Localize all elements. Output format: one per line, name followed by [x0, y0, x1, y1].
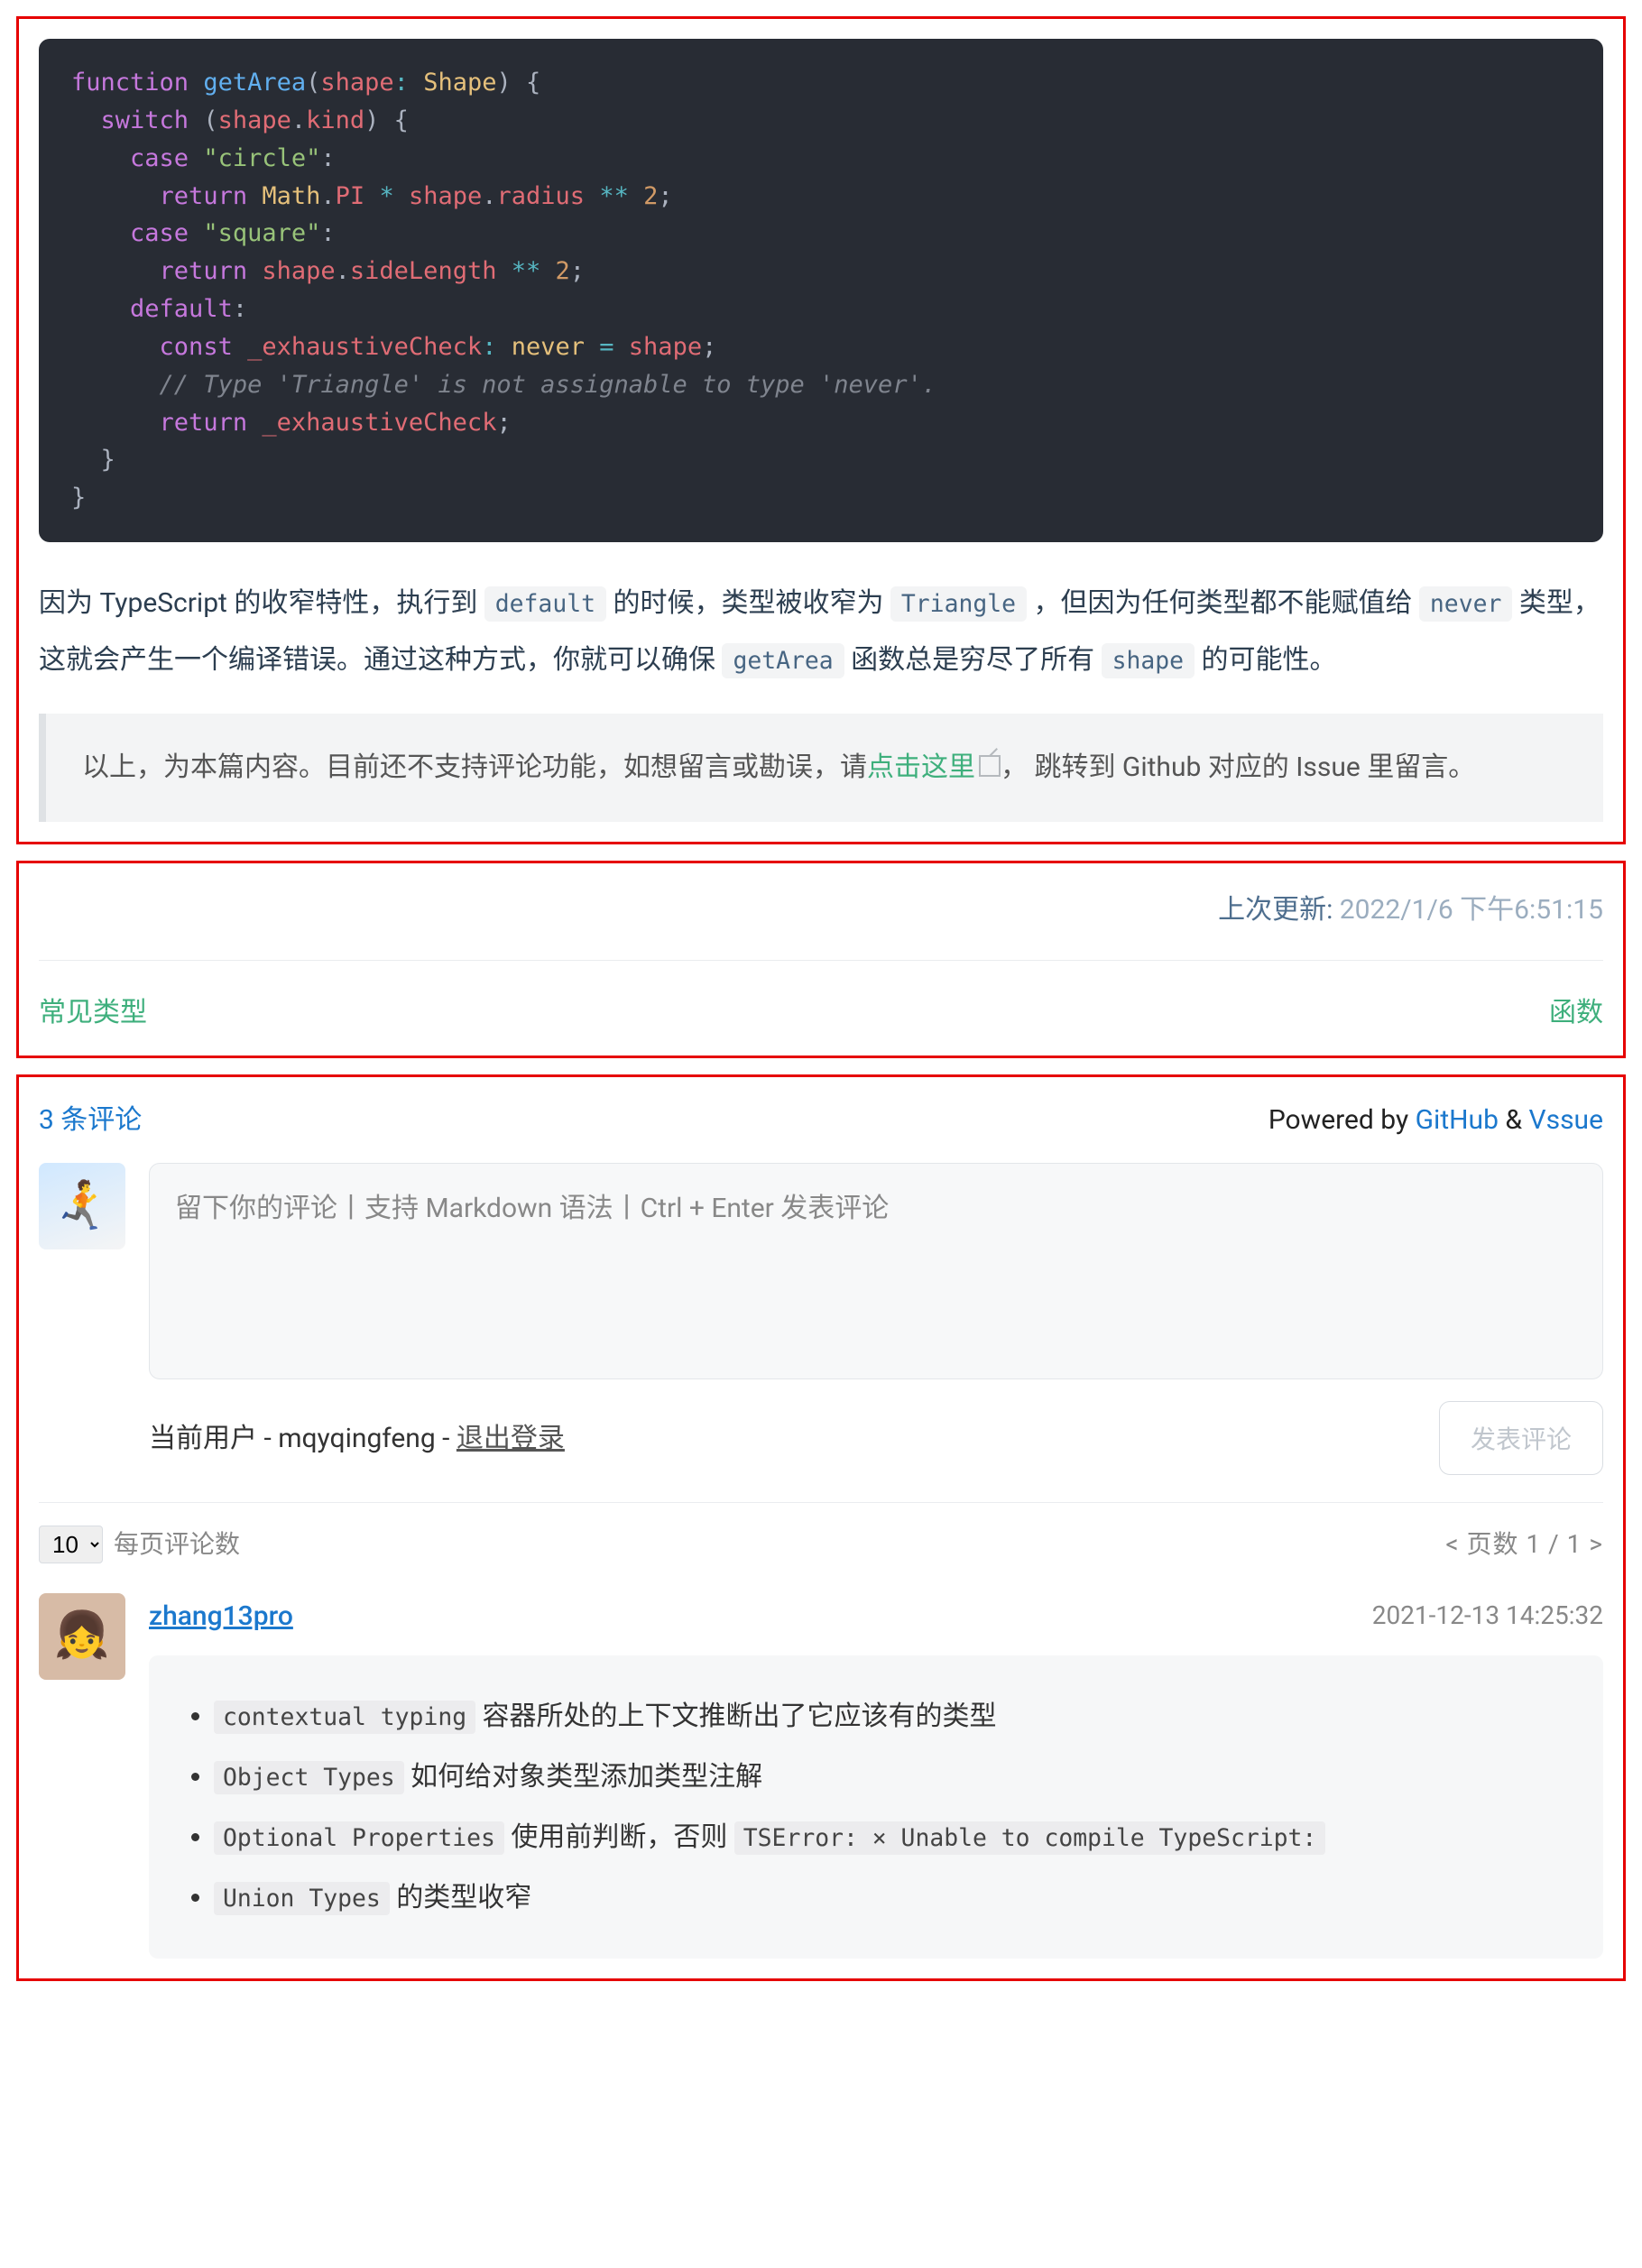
inline-code: getArea [722, 643, 844, 678]
inline-code: contextual typing [214, 1701, 475, 1734]
blockquote-note: 以上，为本篇内容。目前还不支持评论功能，如想留言或勘误，请点击这里， 跳转到 G… [39, 714, 1603, 822]
content-section: function getArea(shape: Shape) { switch … [16, 16, 1626, 844]
compose-row: 🏃 [39, 1163, 1603, 1379]
powered-by: Powered by GitHub & Vssue [1268, 1097, 1603, 1143]
comment-content: contextual typing 容器所处的上下文推断出了它应该有的类型 Ob… [149, 1655, 1603, 1959]
comment-meta: zhang13pro 2021-12-13 14:25:32 [149, 1593, 1603, 1639]
comments-header: 3 条评论 Powered by GitHub & Vssue [39, 1097, 1603, 1143]
submit-comment-button[interactable]: 发表评论 [1439, 1401, 1603, 1475]
perpage-select[interactable]: 10 [39, 1526, 103, 1563]
text: 因为 TypeScript 的收窄特性，执行到 [39, 587, 484, 619]
comment-date: 2021-12-13 14:25:32 [1372, 1594, 1603, 1637]
page-meta-nav-section: 上次更新: 2022/1/6 下午6:51:15 常见类型 函数 [16, 861, 1626, 1058]
compose-footer: 当前用户 - mqyqingfeng - 退出登录 发表评论 [149, 1401, 1603, 1475]
inline-code: Union Types [214, 1882, 390, 1915]
inline-code: never [1419, 586, 1512, 622]
list-item: Optional Properties 使用前判断，否则 TSError: ⨯ … [214, 1814, 1594, 1860]
prev-page-link[interactable]: 常见类型 [39, 990, 147, 1036]
text: ， 跳转到 Github 对应的 Issue 里留言。 [1001, 751, 1475, 783]
github-issue-link[interactable]: 点击这里 [867, 751, 1001, 783]
current-user-avatar: 🏃 [39, 1163, 125, 1249]
comment-textarea[interactable] [149, 1163, 1603, 1379]
text: 函数总是穷尽了所有 [851, 644, 1101, 676]
comment-body: zhang13pro 2021-12-13 14:25:32 contextua… [149, 1593, 1603, 1959]
next-page-link[interactable]: 函数 [1549, 990, 1603, 1036]
last-updated-value: 2022/1/6 下午6:51:15 [1340, 894, 1603, 926]
comments-count: 3 条评论 [39, 1097, 142, 1143]
text: 的时候，类型被收窄为 [613, 587, 890, 619]
inline-code: TSError: ⨯ Unable to compile TypeScript: [734, 1821, 1326, 1855]
list-item: contextual typing 容器所处的上下文推断出了它应该有的类型 [214, 1693, 1594, 1739]
inline-code: Triangle [890, 586, 1027, 622]
inline-code: default [484, 586, 606, 622]
current-user-line: 当前用户 - mqyqingfeng - 退出登录 [149, 1415, 565, 1461]
list-item: Object Types 如何给对象类型添加类型注解 [214, 1754, 1594, 1800]
explain-paragraph: 因为 TypeScript 的收窄特性，执行到 default 的时候，类型被收… [39, 575, 1603, 688]
inline-code: Object Types [214, 1761, 404, 1794]
perpage-control: 10 每页评论数 [39, 1523, 240, 1566]
vssue-link[interactable]: Vssue [1528, 1104, 1603, 1136]
comments-section: 3 条评论 Powered by GitHub & Vssue 🏃 当前用户 -… [16, 1074, 1626, 1981]
inline-code: shape [1102, 643, 1195, 678]
page-indicator[interactable]: < 页数 1 / 1 > [1445, 1523, 1603, 1566]
inline-code: Optional Properties [214, 1821, 504, 1855]
text: ，但因为任何类型都不能赋值给 [1033, 587, 1418, 619]
text: 的可能性。 [1202, 644, 1337, 676]
page-nav: 常见类型 函数 [39, 960, 1603, 1036]
comment-item: 👧 zhang13pro 2021-12-13 14:25:32 context… [39, 1593, 1603, 1959]
pager-row: 10 每页评论数 < 页数 1 / 1 > [39, 1502, 1603, 1566]
comment-author-link[interactable]: zhang13pro [149, 1593, 293, 1639]
logout-link[interactable]: 退出登录 [457, 1423, 565, 1454]
code-block: function getArea(shape: Shape) { switch … [39, 39, 1603, 542]
last-updated: 上次更新: 2022/1/6 下午6:51:15 [39, 883, 1603, 960]
external-link-icon [979, 755, 1001, 777]
last-updated-label: 上次更新: [1218, 894, 1340, 926]
commenter-avatar: 👧 [39, 1593, 125, 1680]
list-item: Union Types 的类型收窄 [214, 1875, 1594, 1921]
github-link[interactable]: GitHub [1416, 1104, 1499, 1136]
current-username: mqyqingfeng [278, 1423, 436, 1454]
perpage-label: 每页评论数 [114, 1523, 240, 1566]
text: 以上，为本篇内容。目前还不支持评论功能，如想留言或勘误，请 [82, 751, 867, 783]
